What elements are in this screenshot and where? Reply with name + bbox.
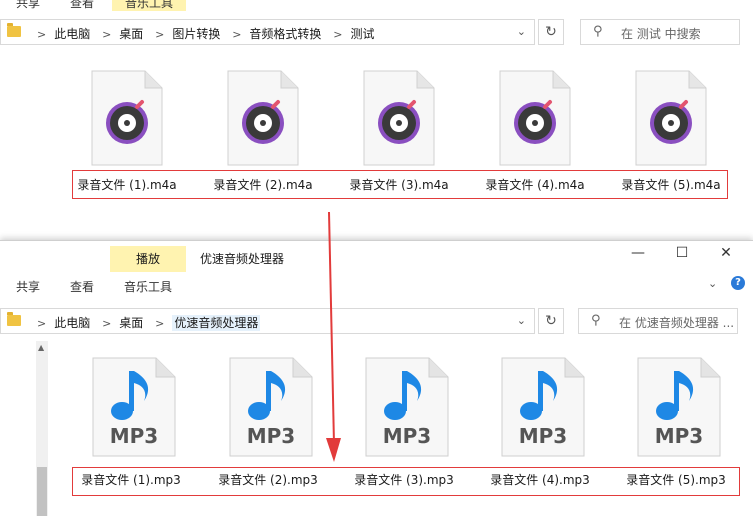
mp3-badge: MP3: [110, 424, 158, 448]
search-input[interactable]: ⚲ 在 测试 中搜索: [580, 19, 740, 45]
mp3-file-icon: MP3: [365, 357, 449, 457]
folder-icon: [7, 23, 21, 37]
audio-disc-icon: [363, 70, 435, 166]
chevron-right-icon: >: [155, 28, 165, 41]
folder-icon: [7, 312, 21, 326]
scroll-up-icon[interactable]: ▲: [38, 343, 44, 352]
tab-share[interactable]: 共享: [16, 278, 40, 295]
tab-music-tools[interactable]: 音乐工具: [112, 0, 186, 11]
audio-disc-icon: [227, 70, 299, 166]
highlight-rectangle: [72, 170, 728, 199]
chevron-right-icon: >: [37, 317, 47, 330]
breadcrumb-processor[interactable]: 优速音频处理器: [172, 315, 261, 331]
audio-disc-icon: [91, 70, 163, 166]
chevron-right-icon: >: [102, 28, 112, 41]
chevron-down-icon[interactable]: ⌄: [708, 277, 717, 290]
breadcrumb-this-pc[interactable]: 此电脑: [54, 27, 90, 41]
chevron-right-icon: >: [102, 317, 112, 330]
search-icon: ⚲: [593, 24, 603, 39]
explorer-window-processor: 播放 优速音频处理器 — ☐ ✕ 共享 查看 音乐工具 ⌄ ? > 此电脑 > 桌面…: [0, 240, 753, 516]
breadcrumb-desktop[interactable]: 桌面: [119, 316, 143, 330]
chevron-right-icon: >: [232, 28, 242, 41]
breadcrumb-this-pc[interactable]: 此电脑: [54, 316, 90, 330]
mp3-badge: MP3: [247, 424, 295, 448]
context-tab-play[interactable]: 播放: [110, 246, 186, 272]
breadcrumb-desktop[interactable]: 桌面: [119, 27, 143, 41]
mp3-badge: MP3: [383, 424, 431, 448]
vertical-scrollbar[interactable]: ▲: [36, 341, 48, 516]
search-icon: ⚲: [591, 313, 601, 328]
mp3-file-icon: MP3: [229, 357, 313, 457]
breadcrumb: > 此电脑 > 桌面 > 图片转换 > 音频格式转换 > 测试: [29, 25, 374, 42]
tab-view[interactable]: 查看: [70, 0, 94, 11]
chevron-down-icon[interactable]: ⌄: [517, 25, 526, 38]
breadcrumb-image-convert[interactable]: 图片转换: [172, 27, 220, 41]
close-button[interactable]: ✕: [706, 245, 746, 261]
highlight-rectangle: [72, 467, 740, 496]
search-placeholder: 在 测试 中搜索: [621, 27, 701, 41]
chevron-right-icon: >: [37, 28, 47, 41]
help-icon[interactable]: ?: [731, 276, 745, 290]
address-bar[interactable]: > 此电脑 > 桌面 > 图片转换 > 音频格式转换 > 测试 ⌄: [0, 19, 535, 45]
maximize-button[interactable]: ☐: [662, 245, 702, 261]
tab-music-tools[interactable]: 音乐工具: [124, 278, 172, 295]
breadcrumb-test[interactable]: 测试: [350, 27, 374, 41]
address-bar-row: > 此电脑 > 桌面 > 优速音频处理器 ⌄ ↻ ⚲ 在 优速音频处理器 ...: [0, 305, 753, 337]
scrollbar-thumb[interactable]: [37, 467, 47, 516]
address-bar-row: > 此电脑 > 桌面 > 图片转换 > 音频格式转换 > 测试 ⌄ ↻ ⚲ 在 测试 中搜…: [0, 16, 753, 48]
window-title: 优速音频处理器: [200, 252, 285, 266]
red-arrow-icon: [326, 212, 341, 462]
audio-disc-icon: [635, 70, 707, 166]
address-bar[interactable]: > 此电脑 > 桌面 > 优速音频处理器 ⌄: [0, 308, 535, 334]
mp3-file-icon: MP3: [637, 357, 721, 457]
tab-share[interactable]: 共享: [16, 0, 40, 11]
tab-view[interactable]: 查看: [70, 278, 94, 295]
mp3-file-icon: MP3: [92, 357, 176, 457]
minimize-button[interactable]: —: [618, 245, 658, 261]
ribbon-tabs: 共享 查看 音乐工具: [0, 0, 753, 11]
breadcrumb: > 此电脑 > 桌面 > 优速音频处理器: [29, 314, 261, 331]
chevron-right-icon: >: [155, 317, 165, 330]
search-input[interactable]: ⚲ 在 优速音频处理器 ...: [578, 308, 738, 334]
chevron-right-icon: >: [333, 28, 343, 41]
breadcrumb-audio-convert[interactable]: 音频格式转换: [249, 27, 321, 41]
refresh-button[interactable]: ↻: [538, 19, 564, 45]
mp3-badge: MP3: [655, 424, 703, 448]
mp3-badge: MP3: [519, 424, 567, 448]
audio-disc-icon: [499, 70, 571, 166]
explorer-window-test: 共享 查看 音乐工具 > 此电脑 > 桌面 > 图片转换 > 音频格式转换 > 测试 ⌄ …: [0, 0, 753, 240]
search-placeholder: 在 优速音频处理器 ...: [619, 316, 735, 330]
refresh-button[interactable]: ↻: [538, 308, 564, 334]
chevron-down-icon[interactable]: ⌄: [517, 314, 526, 327]
mp3-file-icon: MP3: [501, 357, 585, 457]
